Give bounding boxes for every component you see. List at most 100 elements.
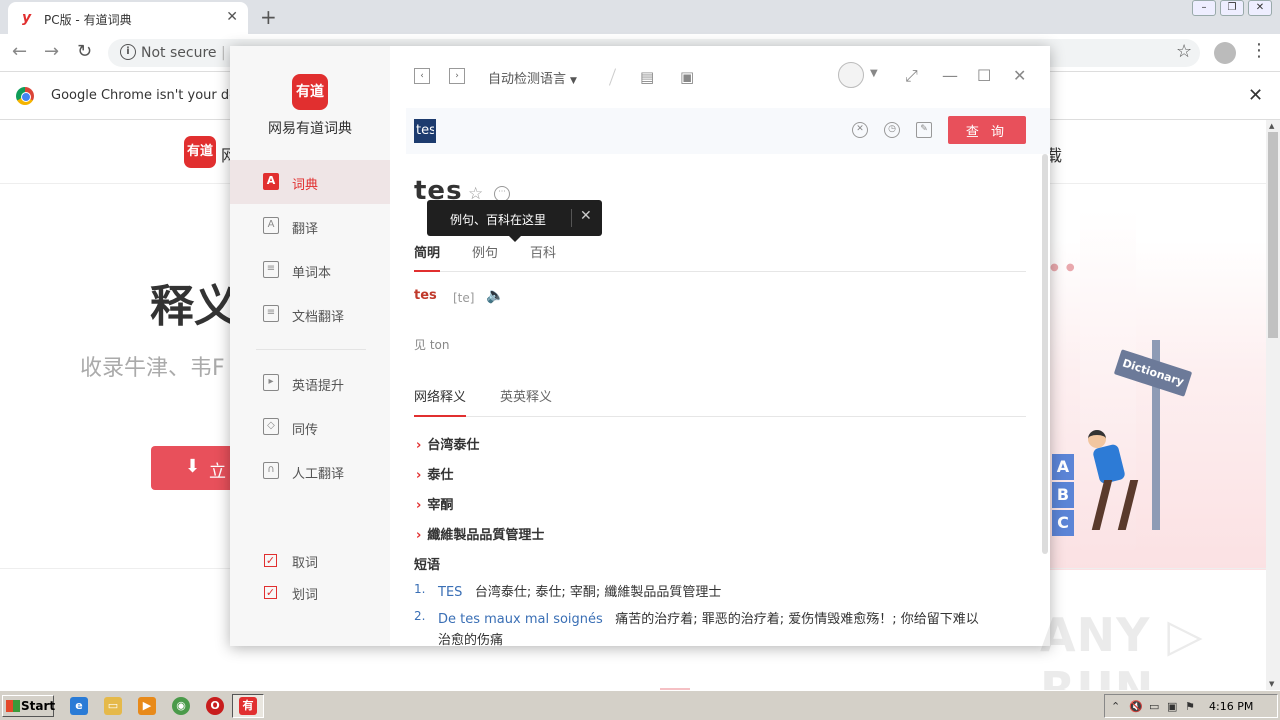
profile-avatar[interactable] [1214,42,1236,64]
checkbox-checked-icon[interactable]: ✓ [264,586,277,599]
monitor-icon[interactable]: ▣ [1167,700,1177,713]
hero-subtitle: 收录牛津、韦F [80,356,225,381]
sidebar-item-label: 翻译 [292,222,319,237]
sidebar-item-label: 单词本 [292,266,332,281]
document-icon: ≡ [263,305,279,322]
bookmark-star-icon[interactable]: ☆ [1176,41,1192,62]
tooltip-text: 例句、百科在这里 [450,213,547,227]
meaning-item[interactable]: › 台湾泰仕 [416,434,479,453]
chrome-taskbar-icon[interactable]: ◉ [172,697,190,715]
phrase-item: 2. De tes maux mal soignés 痛苦的治疗着; 罪恶的治疗… [414,608,1024,646]
start-button[interactable]: Start [2,695,56,717]
clear-icon[interactable]: ✕ [852,122,868,138]
start-label: Start [21,699,56,713]
page-scrollbar[interactable]: ▲ ▼ [1266,120,1280,690]
windows-taskbar: Start e ▭ ▶ ◉ O 有 ⌃ 🔇 ▭ ▣ ⚑ 4:16 PM [0,690,1280,720]
phonetic-word: tes [414,288,437,303]
user-avatar[interactable] [838,62,864,88]
select-word-toggle[interactable]: ✓ 划词 [264,583,394,603]
page-scroll-thumb[interactable] [1268,132,1278,338]
search-button[interactable]: 查 询 [948,116,1026,144]
mini-mode-icon[interactable]: ⤢ [905,66,918,86]
forward-icon[interactable]: › [449,68,465,84]
definition-tabs: 网络释义 英英释义 [414,386,1026,417]
flag-icon[interactable]: ⚑ [1185,700,1195,713]
forward-arrow-icon[interactable]: → [44,41,59,62]
sidebar-item-document-translate[interactable]: ≡ 文档翻译 [230,292,390,336]
hero-illustration: ● ● Dictionary A B C [1040,210,1266,570]
capture-word-toggle[interactable]: ✓ 取词 [264,551,394,571]
meaning-item[interactable]: › 宰酮 [416,494,453,513]
sidebar-item-human-translate[interactable]: ∩ 人工翻译 [230,449,390,493]
restore-window-button[interactable]: ❐ [1220,0,1244,16]
reload-icon[interactable]: ↻ [77,41,92,62]
sidebar-item-english-improve[interactable]: ▸ 英语提升 [230,361,390,405]
folder-icon[interactable]: ▭ [104,697,122,715]
window-controls: – ❐ ✕ [1192,0,1272,18]
taskbar-clock[interactable]: 4:16 PM [1209,700,1253,713]
security-label: Not secure | c [141,45,238,61]
edit-icon[interactable]: ✎ [916,122,932,138]
dictionary-icon: A [263,173,279,190]
back-icon[interactable]: ‹ [414,68,430,84]
maximize-icon[interactable]: ☐ [977,66,991,85]
meaning-item[interactable]: › 泰仕 [416,464,453,483]
tab-examples[interactable]: 例句 [472,242,498,272]
translate-icon: A [263,217,279,234]
media-player-icon[interactable]: ▶ [138,697,156,715]
system-tray: ⌃ 🔇 ▭ ▣ ⚑ 4:16 PM [1104,694,1278,718]
sidebar-item-wordbook[interactable]: ≡ 单词本 [230,248,390,292]
chevron-right-icon: › [416,438,422,453]
tab-encyclopedia[interactable]: 百科 [530,242,556,272]
chevron-right-icon: › [416,528,422,543]
page-logo[interactable]: 有道 [184,136,216,168]
youdao-taskbar-button[interactable]: 有 [232,694,264,718]
minimize-window-button[interactable]: – [1192,0,1216,16]
windows-logo-icon [6,700,20,712]
page-download-button[interactable]: ⬇ 立 [151,446,241,490]
meaning-item[interactable]: › 纖維製品品質管理士 [416,524,544,543]
feature-tooltip: 例句、百科在这里 ✕ [427,200,602,242]
headset-icon: ∩ [263,462,279,479]
capture-word-label: 取词 [292,556,319,571]
volume-icon[interactable]: 🔇 [1129,700,1143,713]
sidebar-item-interpretation[interactable]: ◇ 同传 [230,405,390,449]
network-icon[interactable]: ▭ [1149,700,1159,713]
ie-icon[interactable]: e [70,697,88,715]
phrase-item: 1. TES 台湾泰仕; 泰仕; 宰酮; 纖維製品品質管理士 [414,581,1024,601]
chevron-down-icon[interactable]: ▼ [870,68,878,79]
see-also[interactable]: 见 ton [414,336,449,353]
sidebar-item-translate[interactable]: A 翻译 [230,204,390,248]
back-arrow-icon[interactable]: ← [12,41,27,62]
opera-icon[interactable]: O [206,697,224,715]
minimize-icon[interactable]: — [942,66,958,85]
tab-close-icon[interactable]: ✕ [226,9,238,25]
search-input[interactable] [414,119,436,143]
browser-menu-icon[interactable]: ⋮ [1250,40,1268,61]
tray-expand-icon[interactable]: ⌃ [1111,700,1120,713]
new-tab-icon[interactable]: + [260,5,277,29]
checkbox-checked-icon[interactable]: ✓ [264,554,277,567]
phrase-source[interactable]: De tes maux mal soignés 痛苦的治疗着; 罪恶的治疗着; … [438,608,979,627]
sidebar-item-dictionary[interactable]: A 词典 [230,160,390,204]
app-main: ‹ › 自动检测语言▼ ▤ ▣ ▼ ⤢ — ☐ ✕ ✕ ◷ ✎ 查 询 tes … [390,46,1050,646]
close-icon[interactable]: ✕ [1013,66,1026,85]
select-word-label: 划词 [292,588,319,603]
speaker-icon[interactable]: 🔈 [486,286,505,304]
document-list-icon[interactable]: ▤ [640,68,654,86]
app-sidebar: 有道 网易有道词典 A 词典 A 翻译 ≡ 单词本 ≡ 文档翻译 ▸ 英语提升 … [230,46,390,646]
close-window-button[interactable]: ✕ [1248,0,1272,16]
tab-web-definition[interactable]: 网络释义 [414,386,467,417]
tab-english-definition[interactable]: 英英释义 [500,386,552,417]
screenshot-icon[interactable]: ▣ [680,68,694,86]
tab-basic[interactable]: 简明 [414,242,441,272]
info-icon[interactable]: i [120,44,136,60]
infobar-close-icon[interactable]: ✕ [1248,85,1263,106]
scroll-up-icon[interactable]: ▲ [1269,122,1274,130]
phrase-source[interactable]: TES 台湾泰仕; 泰仕; 宰酮; 纖維製品品質管理士 [438,581,721,600]
tooltip-close-icon[interactable]: ✕ [580,208,592,224]
browser-tab[interactable]: y PC版 - 有道词典 ✕ [8,2,248,34]
language-select[interactable]: 自动检测语言 ▼ [488,68,577,87]
content-scrollbar[interactable] [1042,154,1048,554]
history-icon[interactable]: ◷ [884,122,900,138]
